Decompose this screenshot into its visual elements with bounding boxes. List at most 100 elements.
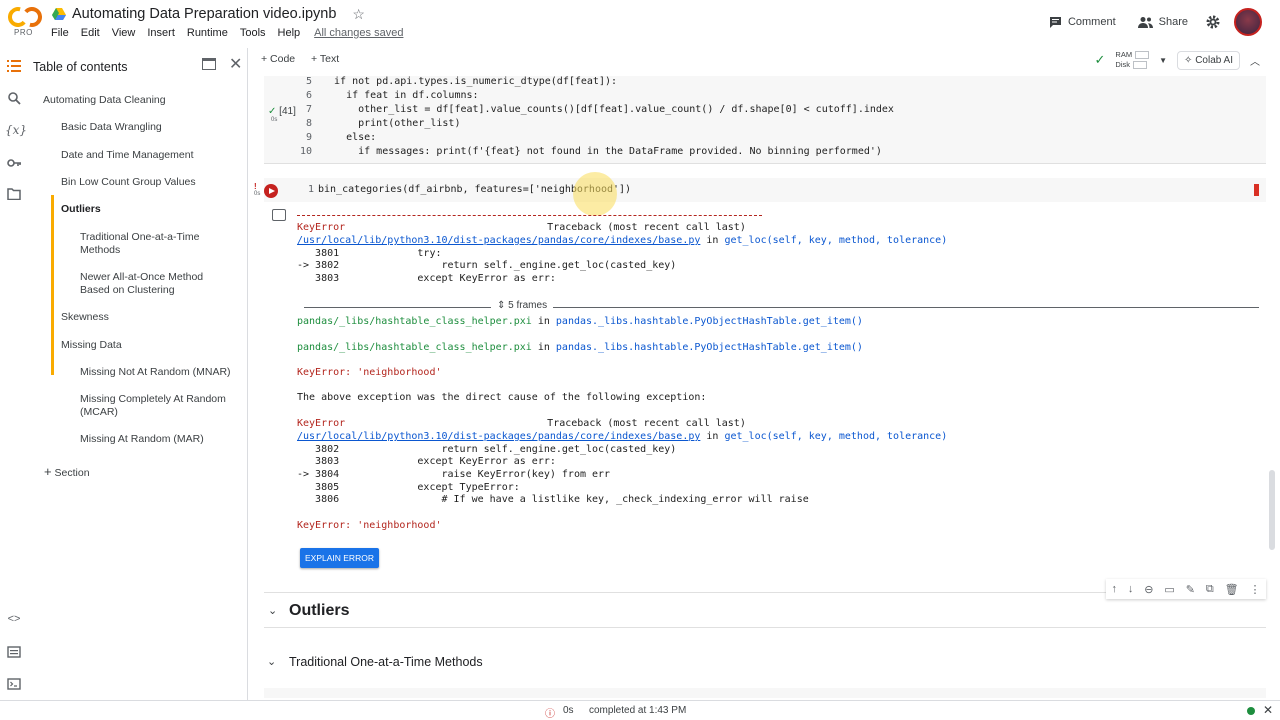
traceback-file-link[interactable]: /usr/local/lib/python3.10/dist-packages/… xyxy=(297,431,700,442)
delete-icon[interactable]: 🗑 xyxy=(1225,583,1239,596)
line-number: 9 xyxy=(305,132,312,143)
subsection-heading[interactable]: Traditional One-at-a-Time Methods xyxy=(289,655,483,669)
files-folder-icon[interactable] xyxy=(5,188,23,206)
code-snippets-icon[interactable]: <> xyxy=(5,613,23,631)
line-number: 7 xyxy=(305,104,312,115)
menu-tools[interactable]: Tools xyxy=(240,27,271,39)
edit-pencil-icon[interactable]: ✎ xyxy=(1186,583,1195,596)
menu-bar: File Edit View Insert Runtime Tools Help… xyxy=(51,27,415,39)
secrets-key-icon[interactable] xyxy=(5,156,23,174)
toc-item-mnar[interactable]: Missing Not At Random (MNAR) xyxy=(80,366,245,379)
resource-monitor[interactable]: RAM Disk xyxy=(1115,50,1150,70)
cell-toolbar: ↑ ↓ ⊖ ▭ ✎ ⧉ 🗑 ⋮ xyxy=(1106,579,1266,599)
keyerror-message: KeyError: 'neighborhood' xyxy=(297,520,442,531)
open-in-tab-icon[interactable] xyxy=(202,58,216,70)
side-icon-strip: {x} <> xyxy=(0,48,30,720)
traceback-line: 3805 except TypeError: xyxy=(297,482,520,493)
run-cell-button[interactable] xyxy=(264,184,278,198)
disk-bar xyxy=(1133,61,1148,70)
mirror-cell-icon[interactable]: ⧉ xyxy=(1206,583,1214,596)
link-icon[interactable]: ⊖ xyxy=(1144,583,1153,596)
add-section-button[interactable]: + Section xyxy=(44,464,90,479)
user-avatar[interactable] xyxy=(1234,8,1262,36)
toc-item-skewness[interactable]: Skewness xyxy=(61,311,109,324)
toc-item-outliers[interactable]: Outliers xyxy=(61,203,101,216)
colab-ai-label: Colab AI xyxy=(1195,54,1233,66)
toc-item-bin-low-count[interactable]: Bin Low Count Group Values xyxy=(61,176,196,189)
search-icon[interactable] xyxy=(5,92,23,110)
variables-icon[interactable]: {x} xyxy=(5,123,27,141)
expand-icon: ⇕ xyxy=(497,300,506,311)
frames-divider xyxy=(304,307,1259,308)
share-label: Share xyxy=(1158,16,1188,28)
settings-gear-icon[interactable] xyxy=(1206,15,1220,29)
traceback-line: -> 3802 return self._engine.get_loc(cast… xyxy=(297,260,677,271)
share-button[interactable]: Share xyxy=(1134,12,1192,32)
traceback-function: pandas._libs.hashtable.PyObjectHashTable… xyxy=(555,316,863,327)
notebook-title[interactable]: Automating Data Preparation video.ipynb xyxy=(72,6,336,22)
error-name: KeyError xyxy=(297,418,346,429)
menu-file[interactable]: File xyxy=(51,27,74,39)
line-number: 6 xyxy=(305,90,312,101)
comment-icon[interactable]: ▭ xyxy=(1164,583,1174,596)
app-header: PRO Automating Data Preparation video.ip… xyxy=(0,0,1280,48)
collapse-chevron-up-icon[interactable]: ︿ xyxy=(1250,53,1260,68)
more-options-icon[interactable]: ⋮ xyxy=(1249,583,1260,596)
toc-item-date-time[interactable]: Date and Time Management xyxy=(61,149,194,162)
toc-item-newer-method[interactable]: Newer All-at-Once Method Based on Cluste… xyxy=(80,271,230,297)
people-icon xyxy=(1137,17,1153,28)
close-icon[interactable]: ✕ xyxy=(229,54,242,74)
toc-item-basic-data-wrangling[interactable]: Basic Data Wrangling xyxy=(61,121,162,134)
menu-view[interactable]: View xyxy=(112,27,141,39)
code-line: print(other_list) xyxy=(322,118,461,129)
table-of-contents-panel: Table of contents ✕ Automating Data Clea… xyxy=(30,48,248,720)
toc-item-automating-data-cleaning[interactable]: Automating Data Cleaning xyxy=(43,94,166,107)
next-code-cell[interactable] xyxy=(264,688,1266,698)
menu-edit[interactable]: Edit xyxy=(81,27,105,39)
close-status-icon[interactable]: ✕ xyxy=(1263,703,1273,717)
frames-toggle[interactable]: ⇕ 5 frames xyxy=(491,300,554,311)
add-code-button[interactable]: + Code xyxy=(261,53,295,65)
toc-item-mcar[interactable]: Missing Completely At Random (MCAR) xyxy=(80,393,230,419)
code-cell-error[interactable]: 1 bin_categories(df_airbnb, features=['ne… xyxy=(264,178,1266,202)
section-heading: Outliers xyxy=(289,602,350,619)
colab-logo[interactable] xyxy=(8,6,42,28)
traceback-separator xyxy=(297,215,762,216)
toc-item-missing-data[interactable]: Missing Data xyxy=(61,339,122,352)
output-actions-icon[interactable] xyxy=(272,209,286,221)
drive-icon xyxy=(52,8,66,20)
colab-ai-button[interactable]: ✧ Colab AI xyxy=(1177,50,1240,70)
menu-runtime[interactable]: Runtime xyxy=(187,27,233,39)
comment-button[interactable]: Comment xyxy=(1045,12,1120,32)
toc-item-mar[interactable]: Missing At Random (MAR) xyxy=(80,433,204,446)
runtime-dropdown-chevron-icon[interactable]: ▼ xyxy=(1159,56,1167,65)
menu-help[interactable]: Help xyxy=(278,27,306,39)
move-up-icon[interactable]: ↑ xyxy=(1111,583,1117,595)
collapse-chevron-icon[interactable]: ⌄ xyxy=(268,604,277,617)
line-number: 5 xyxy=(305,76,312,87)
traceback-header: Traceback (most recent call last) xyxy=(547,222,746,233)
connected-check-icon: ✓ xyxy=(1094,52,1106,67)
add-text-button[interactable]: + Text xyxy=(311,53,339,65)
move-down-icon[interactable]: ↓ xyxy=(1128,583,1134,595)
menu-insert[interactable]: Insert xyxy=(147,27,180,39)
terminal-icon[interactable] xyxy=(5,678,23,696)
save-status[interactable]: All changes saved xyxy=(314,27,408,39)
traceback-function: pandas._libs.hashtable.PyObjectHashTable… xyxy=(555,342,863,353)
error-name: KeyError xyxy=(297,222,346,233)
code-line: else: xyxy=(322,132,377,143)
command-palette-icon[interactable] xyxy=(5,646,23,664)
status-completed: completed at 1:43 PM xyxy=(589,705,687,716)
scrollbar-thumb[interactable] xyxy=(1269,470,1275,550)
star-icon[interactable]: ☆ xyxy=(352,6,365,23)
toc-item-traditional-methods[interactable]: Traditional One-at-a-Time Methods xyxy=(80,231,230,257)
scroll-error-marker xyxy=(1254,184,1259,196)
explain-error-button[interactable]: EXPLAIN ERROR xyxy=(300,548,379,568)
traceback-file: pandas/_libs/hashtable_class_helper.pxi xyxy=(297,316,532,327)
toc-list-icon[interactable] xyxy=(5,60,23,78)
code-cell-41[interactable]: ✓ [41] 0s 5 if not pd.api.types.is_numer… xyxy=(264,76,1266,164)
keyerror-message: KeyError: 'neighborhood' xyxy=(297,367,442,378)
collapse-chevron-icon[interactable]: ⌄ xyxy=(267,655,276,668)
traceback-file: pandas/_libs/hashtable_class_helper.pxi xyxy=(297,342,532,353)
traceback-file-link[interactable]: /usr/local/lib/python3.10/dist-packages/… xyxy=(297,235,700,246)
